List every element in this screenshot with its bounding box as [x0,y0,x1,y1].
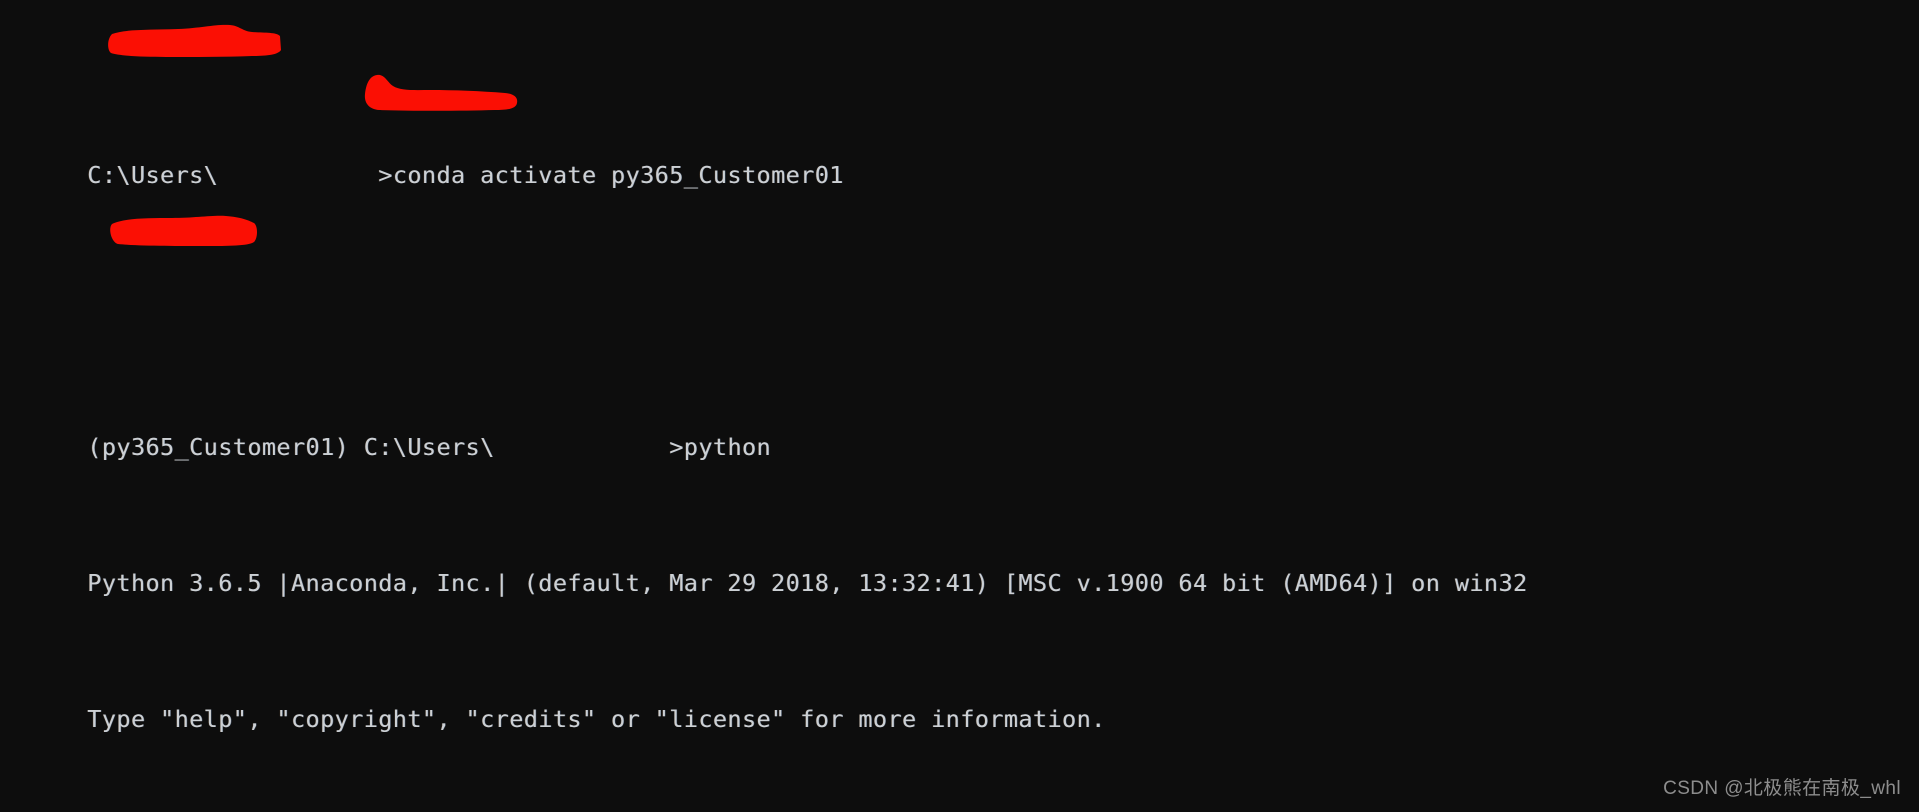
terminal-window[interactable]: C:\Users\​ >conda activate py365_Custome… [0,0,1919,812]
terminal-output-area[interactable]: C:\Users\​ >conda activate py365_Custome… [0,22,1919,812]
terminal-line-text: C:\Users\ [87,161,219,189]
redaction-gap: ​ [218,161,378,189]
terminal-line: C:\Users\​ >conda activate py365_Custome… [0,124,1919,189]
redaction-gap: ​ [495,433,670,461]
csdn-watermark: CSDN @北极熊在南极_whl [1663,778,1901,799]
terminal-line-text: (py365_Customer01) C:\Users\ [87,433,495,461]
terminal-line-text-tail: >python [669,433,772,461]
terminal-line: Python 3.6.5 |Anaconda, Inc.| (default, … [0,532,1919,597]
terminal-line-text: Type "help", "copyright", "credits" or "… [87,705,1106,733]
terminal-line-text-tail: >conda activate py365_Customer01 [378,161,844,189]
terminal-line: >>> import sysconfig [0,804,1919,812]
terminal-line: (py365_Customer01) C:\Users\​ >python [0,396,1919,461]
terminal-line: Type "help", "copyright", "credits" or "… [0,668,1919,733]
terminal-line-text: Python 3.6.5 |Anaconda, Inc.| (default, … [87,569,1528,597]
